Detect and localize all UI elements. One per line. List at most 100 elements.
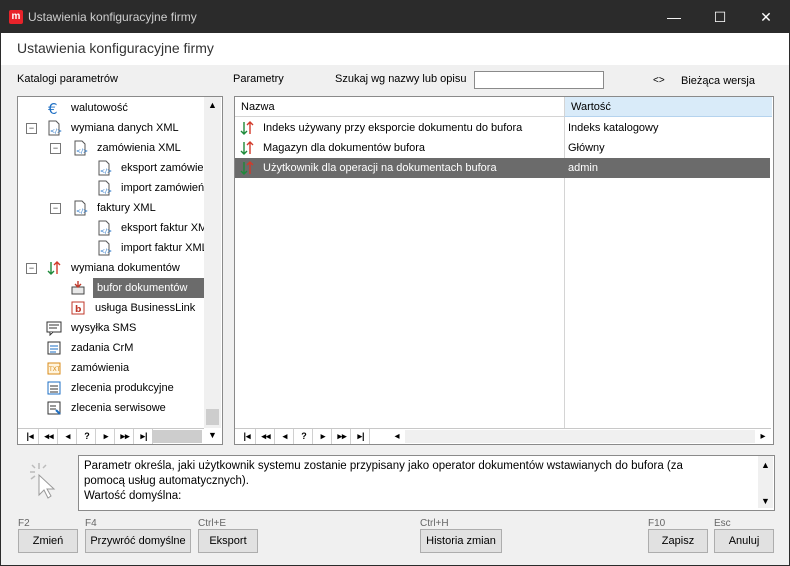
tree-item-label: usługa BusinessLink [95, 302, 196, 314]
column-header-value[interactable]: Wartość [564, 97, 772, 117]
grid-nav-button-1[interactable]: ◂◂ [258, 429, 275, 444]
tree-item-label: eksport zamówie [121, 162, 204, 174]
version-toggle-button[interactable]: <> [653, 75, 665, 86]
parameter-value-cell[interactable]: admin [568, 158, 768, 178]
description-scrollbar[interactable]: ▲ ▼ [758, 456, 773, 508]
tree-item[interactable]: bufor dokumentów [18, 278, 204, 298]
tree-expander-icon[interactable]: − [26, 123, 37, 134]
grid-nav-button-2[interactable]: ◂ [277, 429, 294, 444]
tree-nav-button-0[interactable]: |◂ [22, 429, 39, 444]
catalogs-label: Katalogi parametrów [17, 73, 118, 85]
production-orders-icon [46, 380, 62, 396]
grid-nav-button-4[interactable]: ▸ [315, 429, 332, 444]
tree-item-label: zamówienia [71, 362, 130, 374]
grid-nav-bar: |◂ ◂◂ ◂? ▸ ▸▸ ▸| ◂ ▸ [235, 428, 771, 444]
service-orders-icon [46, 400, 62, 416]
xml-file-icon: </> [72, 140, 88, 156]
history-button[interactable]: Historia zmian [420, 529, 502, 553]
restore-defaults-button[interactable]: Przywróć domyślne [85, 529, 191, 553]
euro-icon: € [46, 100, 62, 118]
tree-nav-button-5[interactable]: ▸▸ [117, 429, 134, 444]
close-button[interactable]: ✕ [743, 1, 789, 33]
tree-item[interactable]: TXT zamówienia [18, 358, 204, 378]
tree-item[interactable]: zlecenia serwisowe [18, 398, 204, 418]
tree-item[interactable]: </> import faktur XML [18, 238, 204, 258]
tree-item-label: bufor dokumentów [93, 278, 204, 298]
tree-item[interactable]: − </> faktury XML [18, 198, 204, 218]
tree-item[interactable]: wysyłka SMS [18, 318, 204, 338]
table-row[interactable]: Indeks używany przy eksporcie dokumentu … [235, 118, 770, 138]
xml-file-icon: </> [96, 160, 112, 176]
scroll-down-icon[interactable]: ▼ [208, 430, 217, 440]
exchange-arrows-icon [239, 120, 255, 136]
table-row[interactable]: Magazyn dla dokumentów bufora Główny [235, 138, 770, 158]
grid-nav-button-3[interactable]: ? [296, 429, 313, 444]
table-row[interactable]: Użytkownik dla operacji na dokumentach b… [235, 158, 770, 178]
xml-file-icon: </> [72, 200, 88, 216]
svg-text:TXT: TXT [48, 366, 61, 373]
svg-text:</>: </> [100, 248, 112, 255]
tree-item[interactable]: − wymiana dokumentów [18, 258, 204, 278]
tree-expander-icon[interactable]: − [50, 143, 61, 154]
history-shortcut: Ctrl+H [420, 518, 449, 529]
tree-vertical-scrollbar[interactable]: ▲ ▼ [204, 97, 221, 440]
orders-icon: TXT [46, 360, 62, 376]
tree-nav-button-2[interactable]: ◂ [60, 429, 77, 444]
tree-item[interactable]: − </> wymiana danych XML [18, 118, 204, 138]
tree-expander-icon[interactable]: − [50, 203, 61, 214]
tree-scroll-thumb[interactable] [206, 409, 219, 425]
catalog-tree[interactable]: € walutowość − </> wymiana danych XML − </> zam… [17, 96, 223, 445]
xml-file-icon: </> [96, 220, 112, 236]
restore-shortcut: F4 [85, 518, 97, 529]
parameters-grid[interactable]: Nazwa Wartość Indeks używany przy ekspor… [234, 96, 774, 445]
export-button[interactable]: Eksport [198, 529, 258, 553]
page-title: Ustawienia konfiguracyjne firmy [17, 40, 214, 56]
column-header-name[interactable]: Nazwa [235, 97, 564, 117]
tree-item[interactable]: </> eksport faktur XM [18, 218, 204, 238]
parameters-label: Parametry [233, 73, 284, 85]
tree-item[interactable]: b usługa BusinessLink [18, 298, 204, 318]
cancel-shortcut: Esc [714, 518, 731, 529]
description-scroll-down-icon[interactable]: ▼ [761, 494, 770, 509]
cancel-button[interactable]: Anuluj [714, 529, 774, 553]
tree-item[interactable]: − </> zamówienia XML [18, 138, 204, 158]
minimize-button[interactable]: — [651, 1, 697, 33]
tree-item-label: wymiana danych XML [71, 122, 179, 134]
parameter-value-cell[interactable]: Indeks katalogowy [568, 118, 768, 138]
grid-nav-button-6[interactable]: ▸| [353, 429, 370, 444]
tree-nav-button-6[interactable]: ▸| [136, 429, 153, 444]
tree-item-label: wymiana dokumentów [71, 262, 180, 274]
grid-nav-button-0[interactable]: |◂ [239, 429, 256, 444]
change-shortcut: F2 [18, 518, 30, 529]
xml-file-icon: </> [46, 120, 62, 136]
businesslink-icon: b [70, 300, 86, 316]
save-button[interactable]: Zapisz [648, 529, 708, 553]
tree-nav-button-3[interactable]: ? [79, 429, 96, 444]
description-scroll-up-icon[interactable]: ▲ [761, 458, 770, 473]
maximize-button[interactable]: ☐ [697, 1, 743, 33]
scroll-up-icon[interactable]: ▲ [208, 100, 217, 110]
scroll-right-icon[interactable]: ▸ [757, 429, 769, 444]
change-button[interactable]: Zmień [18, 529, 78, 553]
description-box[interactable]: Parametr określa, jaki użytkownik system… [78, 455, 775, 511]
tree-expander-icon[interactable]: − [26, 263, 37, 274]
tree-item[interactable]: zadania CrM [18, 338, 204, 358]
svg-text:</>: </> [100, 168, 112, 175]
tree-item[interactable]: </> import zamówień [18, 178, 204, 198]
window-title: Ustawienia konfiguracyjne firmy [28, 10, 197, 24]
tree-nav-button-4[interactable]: ▸ [98, 429, 115, 444]
version-label: Bieżąca wersja [681, 75, 755, 87]
parameter-value-cell[interactable]: Główny [568, 138, 768, 158]
tree-nav-button-1[interactable]: ◂◂ [41, 429, 58, 444]
tree-item[interactable]: zlecenia produkcyjne [18, 378, 204, 398]
search-input[interactable] [474, 71, 604, 89]
scroll-left-icon[interactable]: ◂ [391, 429, 403, 444]
tree-item[interactable]: </> eksport zamówie [18, 158, 204, 178]
tree-item[interactable]: € walutowość [18, 98, 204, 118]
app-logo-icon: m [9, 10, 23, 24]
grid-hscroll-track[interactable] [405, 430, 755, 443]
export-shortcut: Ctrl+E [198, 518, 227, 529]
tree-hscroll-thumb[interactable] [152, 430, 202, 443]
exchange-arrows-icon [239, 140, 255, 156]
grid-nav-button-5[interactable]: ▸▸ [334, 429, 351, 444]
